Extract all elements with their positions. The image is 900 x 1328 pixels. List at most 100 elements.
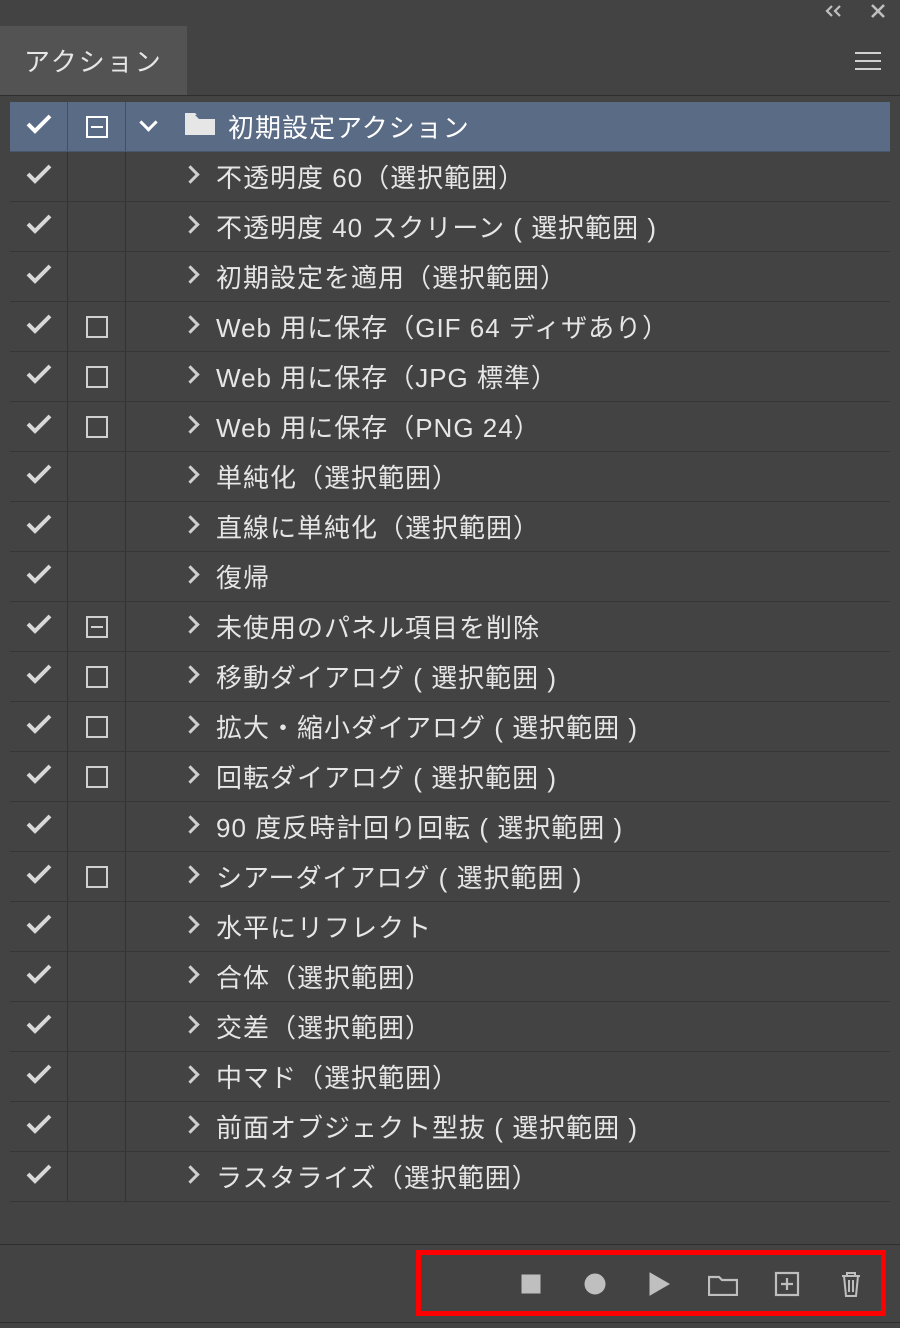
- expand-toggle[interactable]: [126, 102, 176, 151]
- action-row[interactable]: シアーダイアログ ( 選択範囲 ): [10, 852, 890, 902]
- close-icon[interactable]: [870, 3, 886, 24]
- expand-toggle[interactable]: [126, 952, 212, 1001]
- dialog-column[interactable]: [68, 752, 126, 801]
- expand-toggle[interactable]: [126, 1002, 212, 1051]
- dialog-column[interactable]: [68, 802, 126, 851]
- expand-toggle[interactable]: [126, 1102, 212, 1151]
- action-row[interactable]: 不透明度 40 スクリーン ( 選択範囲 ): [10, 202, 890, 252]
- action-row[interactable]: 90 度反時計回り回転 ( 選択範囲 ): [10, 802, 890, 852]
- dialog-column[interactable]: [68, 252, 126, 301]
- expand-toggle[interactable]: [126, 402, 212, 451]
- dialog-column[interactable]: [68, 652, 126, 701]
- toggle-column[interactable]: [10, 502, 68, 551]
- toggle-column[interactable]: [10, 902, 68, 951]
- expand-toggle[interactable]: [126, 502, 212, 551]
- expand-toggle[interactable]: [126, 802, 212, 851]
- toggle-column[interactable]: [10, 102, 68, 151]
- action-row[interactable]: Web 用に保存（JPG 標準）: [10, 352, 890, 402]
- toggle-column[interactable]: [10, 202, 68, 251]
- dialog-column[interactable]: [68, 1102, 126, 1151]
- toggle-column[interactable]: [10, 1102, 68, 1151]
- expand-toggle[interactable]: [126, 202, 212, 251]
- toggle-column[interactable]: [10, 452, 68, 501]
- dialog-column[interactable]: [68, 1002, 126, 1051]
- dialog-column[interactable]: [68, 502, 126, 551]
- toggle-column[interactable]: [10, 652, 68, 701]
- action-row[interactable]: 未使用のパネル項目を削除: [10, 602, 890, 652]
- dialog-column[interactable]: [68, 202, 126, 251]
- toggle-column[interactable]: [10, 702, 68, 751]
- toggle-column[interactable]: [10, 352, 68, 401]
- action-row[interactable]: 移動ダイアログ ( 選択範囲 ): [10, 652, 890, 702]
- action-row[interactable]: 交差（選択範囲）: [10, 1002, 890, 1052]
- dialog-column[interactable]: [68, 552, 126, 601]
- action-row[interactable]: 直線に単純化（選択範囲）: [10, 502, 890, 552]
- dialog-column[interactable]: [68, 852, 126, 901]
- toggle-column[interactable]: [10, 952, 68, 1001]
- dialog-column[interactable]: [68, 902, 126, 951]
- toggle-column[interactable]: [10, 1152, 68, 1201]
- dialog-column[interactable]: [68, 1152, 126, 1201]
- record-button[interactable]: [580, 1269, 610, 1299]
- toggle-column[interactable]: [10, 752, 68, 801]
- toggle-column[interactable]: [10, 402, 68, 451]
- action-row[interactable]: 復帰: [10, 552, 890, 602]
- expand-toggle[interactable]: [126, 152, 212, 201]
- expand-toggle[interactable]: [126, 552, 212, 601]
- play-button[interactable]: [644, 1269, 674, 1299]
- action-row[interactable]: 中マド（選択範囲）: [10, 1052, 890, 1102]
- new-action-button[interactable]: [772, 1269, 802, 1299]
- panel-menu-button[interactable]: [846, 39, 890, 83]
- action-row[interactable]: ラスタライズ（選択範囲）: [10, 1152, 890, 1202]
- action-row[interactable]: Web 用に保存（GIF 64 ディザあり）: [10, 302, 890, 352]
- action-row[interactable]: 不透明度 60（選択範囲）: [10, 152, 890, 202]
- toggle-column[interactable]: [10, 252, 68, 301]
- action-row[interactable]: 回転ダイアログ ( 選択範囲 ): [10, 752, 890, 802]
- collapse-icon[interactable]: [824, 4, 844, 23]
- expand-toggle[interactable]: [126, 302, 212, 351]
- toggle-column[interactable]: [10, 1052, 68, 1101]
- dialog-column[interactable]: [68, 952, 126, 1001]
- action-row[interactable]: 水平にリフレクト: [10, 902, 890, 952]
- toggle-column[interactable]: [10, 802, 68, 851]
- expand-toggle[interactable]: [126, 602, 212, 651]
- stop-button[interactable]: [516, 1269, 546, 1299]
- toggle-column[interactable]: [10, 852, 68, 901]
- action-set-row[interactable]: 初期設定アクション: [10, 102, 890, 152]
- expand-toggle[interactable]: [126, 452, 212, 501]
- chevron-right-icon: [184, 618, 202, 636]
- delete-button[interactable]: [836, 1269, 866, 1299]
- expand-toggle[interactable]: [126, 1152, 212, 1201]
- toggle-column[interactable]: [10, 302, 68, 351]
- action-row[interactable]: 単純化（選択範囲）: [10, 452, 890, 502]
- expand-toggle[interactable]: [126, 852, 212, 901]
- toggle-column[interactable]: [10, 1002, 68, 1051]
- dialog-column[interactable]: [68, 602, 126, 651]
- new-set-button[interactable]: [708, 1269, 738, 1299]
- toggle-column[interactable]: [10, 552, 68, 601]
- dialog-column[interactable]: [68, 102, 126, 151]
- dialog-column[interactable]: [68, 1052, 126, 1101]
- action-row[interactable]: 前面オブジェクト型抜 ( 選択範囲 ): [10, 1102, 890, 1152]
- expand-toggle[interactable]: [126, 352, 212, 401]
- expand-toggle[interactable]: [126, 652, 212, 701]
- expand-toggle[interactable]: [126, 1052, 212, 1101]
- action-row[interactable]: 拡大・縮小ダイアログ ( 選択範囲 ): [10, 702, 890, 752]
- dialog-column[interactable]: [68, 152, 126, 201]
- expand-toggle[interactable]: [126, 752, 212, 801]
- toggle-column[interactable]: [10, 152, 68, 201]
- dialog-column[interactable]: [68, 452, 126, 501]
- toggle-column[interactable]: [10, 602, 68, 651]
- dialog-column[interactable]: [68, 402, 126, 451]
- dialog-column[interactable]: [68, 302, 126, 351]
- expand-toggle[interactable]: [126, 252, 212, 301]
- panel-resize-strip[interactable]: [0, 1322, 900, 1328]
- tab-actions[interactable]: アクション: [0, 26, 187, 95]
- expand-toggle[interactable]: [126, 702, 212, 751]
- expand-toggle[interactable]: [126, 902, 212, 951]
- action-row[interactable]: 合体（選択範囲）: [10, 952, 890, 1002]
- action-row[interactable]: Web 用に保存（PNG 24）: [10, 402, 890, 452]
- dialog-column[interactable]: [68, 702, 126, 751]
- dialog-column[interactable]: [68, 352, 126, 401]
- action-row[interactable]: 初期設定を適用（選択範囲）: [10, 252, 890, 302]
